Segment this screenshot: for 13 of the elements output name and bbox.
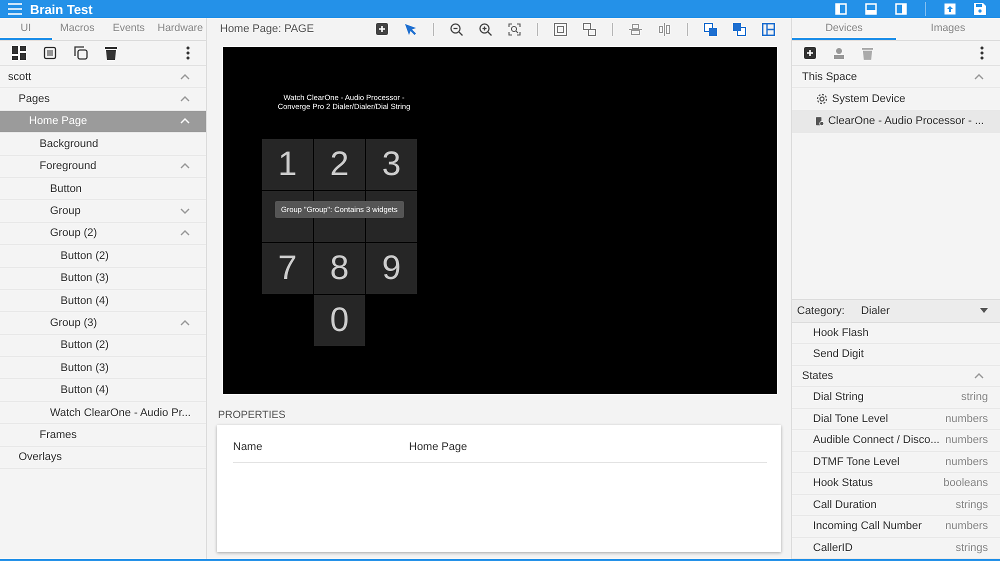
properties-heading: PROPERTIES (217, 408, 286, 423)
state-type: numbers (945, 434, 988, 446)
state-type: strings (956, 498, 988, 511)
property-value: Home Page (409, 441, 468, 455)
state-type: numbers (945, 520, 988, 532)
app-title: Brain Test (30, 2, 93, 16)
state-type: numbers (945, 456, 988, 468)
state-type: booleans (943, 477, 988, 490)
editor-title: Home Page: PAGE (220, 23, 314, 35)
state-type: strings (956, 542, 988, 554)
state-type: numbers (945, 412, 988, 425)
property-name: Name (233, 441, 264, 455)
state-type: string (961, 391, 988, 404)
